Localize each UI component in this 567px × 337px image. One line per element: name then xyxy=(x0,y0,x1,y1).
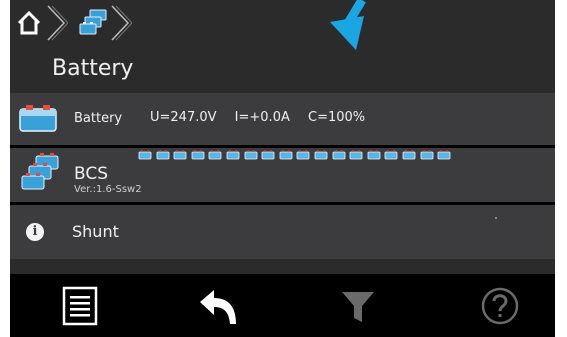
battery-stack-icon xyxy=(21,153,59,190)
cell-indicator-icon xyxy=(173,150,187,160)
cell-indicator-icon xyxy=(279,150,293,160)
row-label: BCS xyxy=(74,164,109,184)
help-icon xyxy=(481,287,519,325)
battery-icon xyxy=(19,105,57,132)
cell-indicator-icon xyxy=(314,150,328,160)
breadcrumb xyxy=(10,4,160,41)
chevron-right-icon xyxy=(111,5,132,41)
filter-icon xyxy=(342,292,374,322)
pointer-arrow-icon xyxy=(330,0,366,50)
back-arrow-icon[interactable] xyxy=(196,284,240,328)
chevron-right-icon xyxy=(47,5,68,41)
cell-indicator-icon xyxy=(349,150,363,160)
list-icon[interactable] xyxy=(58,284,102,328)
cell-indicator-icon xyxy=(156,150,169,160)
row-label: Shunt xyxy=(72,222,119,241)
battery-readings: U=247.0V I=+0.0A C=100% xyxy=(150,110,379,125)
page-title: Battery xyxy=(52,56,134,81)
cell-indicator-icon xyxy=(226,150,240,160)
cell-indicator-icon xyxy=(420,150,433,160)
battery-group-icon[interactable] xyxy=(76,8,112,40)
list-item-battery[interactable]: Battery U=247.0V I=+0.0A C=100% xyxy=(10,93,555,145)
cell-indicator-icon xyxy=(191,150,205,160)
header: Battery xyxy=(10,0,555,93)
cell-indicator-icon xyxy=(332,150,345,160)
info-icon: i xyxy=(26,223,44,241)
cell-indicator-icon xyxy=(384,150,398,160)
divider-dot xyxy=(495,217,497,219)
device-screen: Battery Battery U=247.0V I=+0.0A C=100% … xyxy=(10,0,555,337)
cell-indicator-icon xyxy=(208,150,222,160)
cell-indicator-icon xyxy=(402,150,416,160)
current-value: I=+0.0A xyxy=(234,110,290,125)
cell-indicator-icon xyxy=(244,150,257,160)
bottom-toolbar xyxy=(10,274,555,337)
cell-indicator-icon xyxy=(138,150,152,160)
version-label: Ver.:1.6-Ssw2 xyxy=(74,184,142,195)
list-item-shunt[interactable]: i Shunt xyxy=(10,205,555,259)
cell-indicator-icon xyxy=(261,150,275,160)
row-label: Battery xyxy=(74,111,123,126)
cell-indicator-icon xyxy=(367,150,381,160)
capacity-value: C=100% xyxy=(308,110,366,125)
home-icon[interactable] xyxy=(16,10,42,36)
list-spacer xyxy=(10,259,555,274)
cell-indicator-icon xyxy=(437,150,451,160)
cell-indicator-icon xyxy=(296,150,310,160)
list-item-bcs[interactable]: BCS Ver.:1.6-Ssw2 xyxy=(10,148,555,202)
voltage-value: U=247.0V xyxy=(150,110,217,125)
